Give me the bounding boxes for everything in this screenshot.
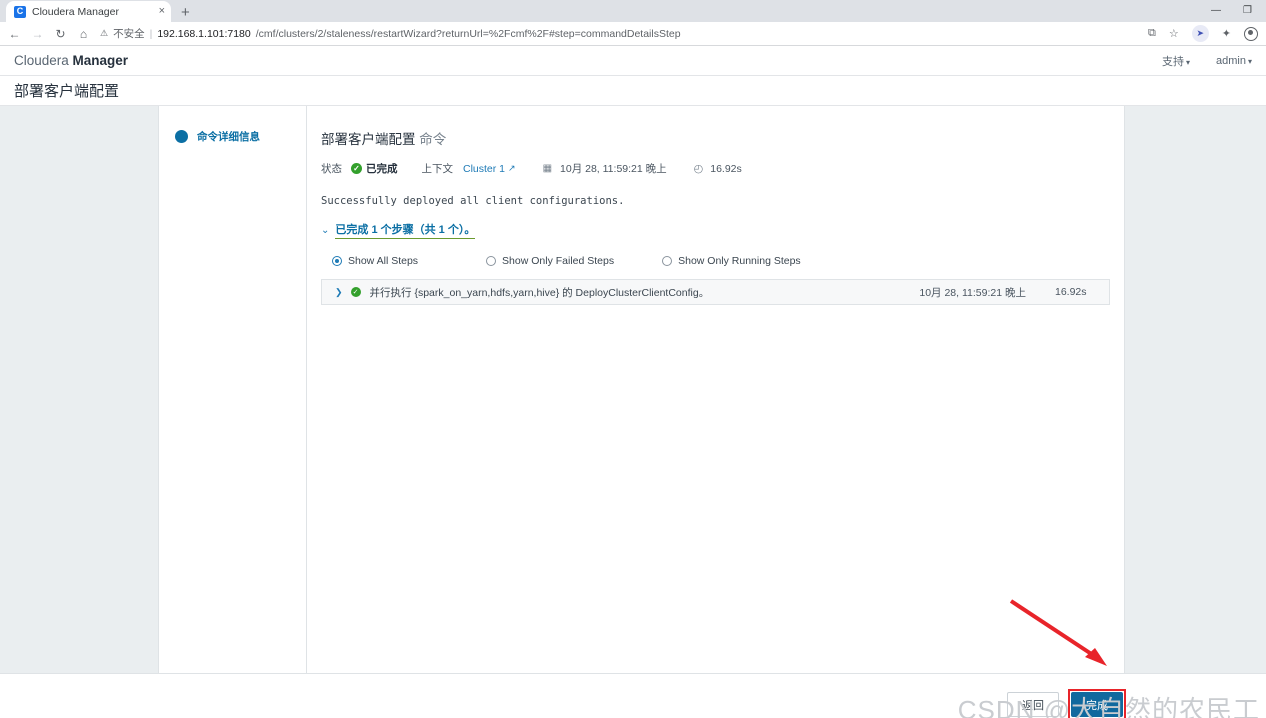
new-tab-icon[interactable]: + <box>181 5 190 20</box>
clock-icon: ◴ <box>693 163 704 175</box>
command-duration: ◴ 16.92s <box>693 162 742 176</box>
browser-tab-bar: C Cloudera Manager × + — ❐ <box>0 0 1266 22</box>
steps-table: ❯ ✓ 并行执行 {spark_on_yarn,hdfs,yarn,hive} … <box>321 279 1110 305</box>
status-value: 已完成 <box>366 163 398 175</box>
chevron-down-icon: ▾ <box>1247 56 1252 66</box>
browser-toolbar: ← → ↻ ⌂ ⚠ 不安全 | 192.168.1.101:7180/cmf/c… <box>0 22 1266 46</box>
profile-avatar-icon[interactable] <box>1244 26 1258 41</box>
duration-value: 16.92s <box>710 162 742 175</box>
step-description: 并行执行 {spark_on_yarn,hdfs,yarn,hive} 的 De… <box>369 286 710 299</box>
app-logo[interactable]: Cloudera Manager <box>14 53 128 68</box>
step-timestamp: 10月 28, 11:59:21 晚上 <box>919 286 1026 299</box>
status-label: 状态 <box>321 163 342 175</box>
favicon-icon: C <box>14 5 26 18</box>
window-controls: — ❐ <box>1211 0 1266 22</box>
radio-label: Show Only Failed Steps <box>502 255 615 267</box>
back-icon[interactable]: ← <box>8 27 21 41</box>
context-label: 上下文 <box>421 163 454 175</box>
reload-icon[interactable]: ↻ <box>54 27 67 41</box>
forward-icon[interactable]: → <box>31 27 44 41</box>
steps-summary-label: 已完成 1 个步骤（共 1 个）。 <box>335 221 476 239</box>
radio-label: Show Only Running Steps <box>678 255 801 267</box>
brand-bold: Manager <box>72 53 129 68</box>
command-status-row: 状态 ✓ 已完成 上下文 Cluster 1 ↗ ▦ 10月 28, 11:59… <box>321 161 1124 176</box>
url-path: /cmf/clusters/2/staleness/restartWizard?… <box>255 27 681 40</box>
maximize-icon[interactable]: ❐ <box>1243 6 1252 16</box>
extension-highlight-icon[interactable]: ➤ <box>1191 25 1209 42</box>
radio-label: Show All Steps <box>348 255 419 267</box>
not-secure-icon: ⚠ <box>100 28 109 38</box>
command-title: 部署客户端配置 命令 <box>321 128 1124 148</box>
command-timestamp: ▦ 10月 28, 11:59:21 晚上 <box>543 161 667 176</box>
wizard-step-label: 命令详细信息 <box>197 131 260 143</box>
check-circle-icon: ✓ <box>351 163 362 174</box>
radio-show-all-steps[interactable]: Show All Steps <box>332 255 418 267</box>
table-row[interactable]: ❯ ✓ 并行执行 {spark_on_yarn,hdfs,yarn,hive} … <box>322 280 1109 304</box>
browser-toolbar-icons: ⧉ ☆ ➤ ✦ <box>1142 25 1258 42</box>
support-menu[interactable]: 支持 ▾ <box>1162 53 1190 69</box>
address-bar[interactable]: ⚠ 不安全 | 192.168.1.101:7180/cmf/clusters/… <box>100 25 1132 43</box>
command-title-main: 部署客户端配置 <box>321 132 416 147</box>
extensions-puzzle-icon[interactable]: ✦ <box>1222 27 1231 40</box>
app-header: Cloudera Manager 支持 ▾ admin ▾ <box>0 46 1266 76</box>
radio-icon-selected[interactable] <box>332 256 342 266</box>
context-link-label: Cluster 1 <box>463 162 506 175</box>
page-title: 部署客户端配置 <box>14 83 120 100</box>
page-title-bar: 部署客户端配置 <box>0 76 1266 106</box>
wizard-step-command-details[interactable]: 命令详细信息 <box>159 129 306 144</box>
chevron-down-icon: ⌄ <box>321 224 330 236</box>
url-host: 192.168.1.101:7180 <box>157 27 251 40</box>
back-button[interactable]: 返回 <box>1007 692 1059 717</box>
command-title-suffix: 命令 <box>419 132 447 147</box>
right-gutter <box>1125 106 1266 673</box>
steps-summary-toggle[interactable]: ⌄ 已完成 1 个步骤（共 1 个）。 <box>321 221 1124 239</box>
radio-show-only-running-steps[interactable]: Show Only Running Steps <box>662 255 801 267</box>
app-body: 命令详细信息 部署客户端配置 命令 状态 ✓ 已完成 上下文 Cluster 1… <box>0 106 1266 673</box>
calendar-icon: ▦ <box>542 163 553 174</box>
browser-tab-title: Cloudera Manager <box>32 5 119 18</box>
user-label: admin <box>1216 54 1246 67</box>
external-link-icon: ↗ <box>508 163 516 173</box>
home-icon[interactable]: ⌂ <box>77 27 90 41</box>
chevron-down-icon: ▾ <box>1186 57 1191 67</box>
bookmark-star-icon[interactable]: ☆ <box>1169 27 1179 40</box>
translate-icon[interactable]: ⧉ <box>1148 27 1156 40</box>
finish-button-highlight: 完成 <box>1068 689 1126 718</box>
status-badge: ✓ 已完成 <box>351 161 398 176</box>
command-message: Successfully deployed all client configu… <box>321 195 625 207</box>
step-dot-icon <box>175 130 188 143</box>
expand-chevron-icon[interactable]: ❯ <box>335 287 343 298</box>
support-label: 支持 <box>1162 55 1184 68</box>
step-filter-group: Show All Steps Show Only Failed Steps Sh… <box>321 255 1124 267</box>
radio-icon[interactable] <box>486 256 497 266</box>
browser-tab[interactable]: C Cloudera Manager × <box>6 1 171 22</box>
timestamp-value: 10月 28, 11:59:21 晚上 <box>560 163 667 175</box>
close-icon[interactable]: × <box>159 6 165 17</box>
wizard-nav: 命令详细信息 <box>159 106 307 673</box>
finish-button[interactable]: 完成 <box>1071 692 1123 717</box>
command-details-panel: 部署客户端配置 命令 状态 ✓ 已完成 上下文 Cluster 1 ↗ ▦ 10… <box>307 106 1125 673</box>
check-circle-icon: ✓ <box>350 287 361 297</box>
wizard-footer: 返回 完成 CSDN @大自然的农民工 <box>0 599 1266 718</box>
user-menu[interactable]: admin ▾ <box>1216 55 1252 67</box>
minimize-icon[interactable]: — <box>1211 6 1221 16</box>
radio-show-only-failed-steps[interactable]: Show Only Failed Steps <box>486 255 614 267</box>
left-gutter <box>0 106 159 673</box>
step-duration: 16.92s <box>1055 286 1087 298</box>
context-cluster-link[interactable]: Cluster 1 ↗ <box>463 163 516 175</box>
app-header-actions: 支持 ▾ admin ▾ <box>1162 53 1252 69</box>
omnibox-divider: | <box>149 27 153 40</box>
security-label[interactable]: 不安全 <box>113 26 145 41</box>
brand-light: Cloudera <box>14 53 73 68</box>
radio-icon[interactable] <box>662 256 673 266</box>
